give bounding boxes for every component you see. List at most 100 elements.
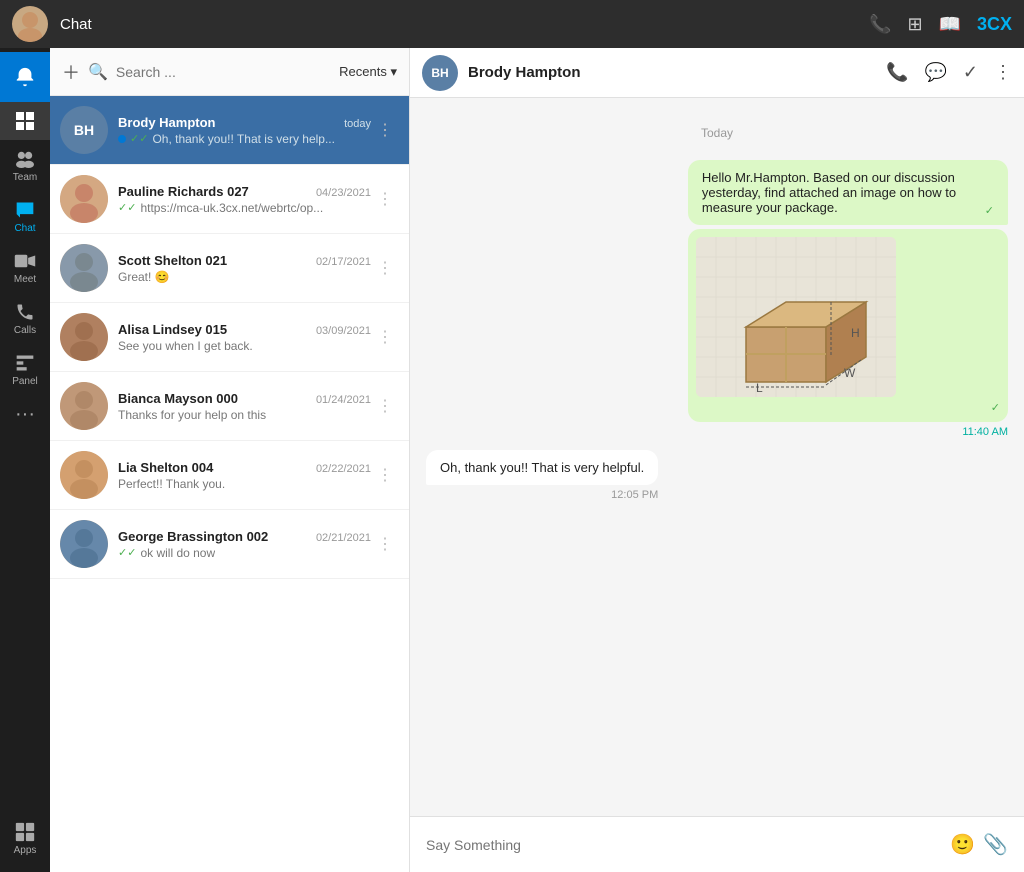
chat-item-content: Alisa Lindsey 015 03/09/2021 See you whe… [118, 322, 371, 353]
book-icon[interactable]: 📖 [939, 14, 961, 35]
message-time: 12:05 PM [426, 489, 658, 501]
chat-more-button[interactable]: ⋮ [371, 189, 399, 209]
list-item[interactable]: Scott Shelton 021 02/17/2021 Great! 😊 ⋮ [50, 234, 409, 303]
sidebar-item-team[interactable]: Team [0, 140, 50, 191]
message-bubble: Hello Mr.Hampton. Based on our discussio… [688, 160, 1008, 225]
apps-label: Apps [14, 845, 37, 856]
team-label: Team [13, 172, 37, 183]
search-bar: ＋ 🔍 Recents ▾ [50, 48, 409, 96]
chat-area: BH Brody Hampton 📞 💬 ✓ ⋮ Today Hello Mr.… [410, 48, 1024, 872]
panel-icon [14, 352, 36, 374]
avatar [60, 244, 108, 292]
apps-icon [14, 821, 36, 843]
call-button[interactable]: 📞 [886, 62, 908, 83]
chat-preview: See you when I get back. [118, 339, 253, 353]
messages-area: Today Hello Mr.Hampton. Based on our dis… [410, 98, 1024, 816]
chat-header: BH Brody Hampton 📞 💬 ✓ ⋮ [410, 48, 1024, 98]
chat-time: 02/21/2021 [316, 532, 371, 544]
message-text: Hello Mr.Hampton. Based on our discussio… [702, 170, 956, 215]
more-options-button[interactable]: ⋮ [994, 62, 1012, 83]
sidebar-item-windows[interactable] [0, 102, 50, 140]
list-item[interactable]: Lia Shelton 004 02/22/2021 Perfect!! Tha… [50, 441, 409, 510]
chat-more-button[interactable]: ⋮ [371, 534, 399, 554]
chat-time: 01/24/2021 [316, 394, 371, 406]
chat-time: today [344, 118, 371, 130]
image-attachment[interactable]: H L W ✓ [688, 229, 1008, 422]
app-title: Chat [60, 16, 869, 33]
avatar [60, 175, 108, 223]
contact-name: Pauline Richards 027 [118, 184, 249, 199]
panel-label: Panel [12, 376, 38, 387]
chat-preview: Oh, thank you!! That is very help... [152, 132, 335, 146]
windows-icon [14, 110, 36, 132]
video-button[interactable]: 💬 [924, 62, 946, 83]
top-bar-icons: 📞 ⊞ 📖 3CX [869, 14, 1012, 35]
list-item[interactable]: Pauline Richards 027 04/23/2021 ✓✓ https… [50, 165, 409, 234]
more-icon: ··· [14, 403, 36, 425]
chat-more-button[interactable]: ⋮ [371, 120, 399, 140]
chat-item-content: Brody Hampton today ✓✓ Oh, thank you!! T… [118, 115, 371, 146]
sidebar-item-chat[interactable]: Chat [0, 191, 50, 242]
read-receipt: ✓✓ [118, 546, 136, 559]
chat-more-button[interactable]: ⋮ [371, 327, 399, 347]
user-avatar[interactable] [12, 6, 48, 42]
chat-preview: Great! 😊 [118, 270, 170, 284]
message-time: ✓ [696, 401, 1000, 414]
chat-input-bar: 🙂 📎 [410, 816, 1024, 872]
message-sent: Hello Mr.Hampton. Based on our discussio… [688, 160, 1008, 438]
chat-preview: Thanks for your help on this [118, 408, 266, 422]
sidebar-item-more[interactable]: ··· [0, 395, 50, 433]
chat-more-button[interactable]: ⋮ [371, 396, 399, 416]
read-receipt: ✓✓ [130, 132, 148, 145]
sidebar-item-meet[interactable]: Meet [0, 242, 50, 293]
list-item[interactable]: Bianca Mayson 000 01/24/2021 Thanks for … [50, 372, 409, 441]
check-button[interactable]: ✓ [963, 62, 978, 83]
meet-label: Meet [14, 274, 36, 285]
read-receipt: ✓✓ [118, 201, 136, 214]
message-input[interactable] [426, 837, 942, 853]
new-chat-button[interactable]: ＋ [62, 59, 80, 85]
list-item[interactable]: George Brassington 002 02/21/2021 ✓✓ ok … [50, 510, 409, 579]
meet-icon [14, 250, 36, 272]
contact-name: Bianca Mayson 000 [118, 391, 238, 406]
chat-icon [14, 199, 36, 221]
package-image: H L W [696, 237, 896, 397]
phone-icon[interactable]: 📞 [869, 14, 891, 35]
contact-name: Scott Shelton 021 [118, 253, 227, 268]
list-item[interactable]: Alisa Lindsey 015 03/09/2021 See you whe… [50, 303, 409, 372]
chat-time: 02/22/2021 [316, 463, 371, 475]
left-panel: ＋ 🔍 Recents ▾ BH Brody Hampton today ✓✓ … [50, 48, 410, 872]
chat-more-button[interactable]: ⋮ [371, 465, 399, 485]
time-label: 12:05 PM [611, 489, 658, 501]
contact-name: Alisa Lindsey 015 [118, 322, 227, 337]
emoji-button[interactable]: 🙂 [950, 832, 975, 857]
notifications-bell[interactable] [0, 52, 50, 102]
chat-header-actions: 📞 💬 ✓ ⋮ [886, 62, 1012, 83]
time-label: 11:40 AM [962, 426, 1008, 438]
list-item[interactable]: BH Brody Hampton today ✓✓ Oh, thank you!… [50, 96, 409, 165]
tick: ✓ [991, 402, 1000, 414]
chat-item-content: Lia Shelton 004 02/22/2021 Perfect!! Tha… [118, 460, 371, 491]
search-icon: 🔍 [88, 62, 108, 82]
main-layout: Team Chat Meet [0, 48, 1024, 872]
sidebar-item-apps[interactable]: Apps [0, 813, 50, 864]
contact-name: Lia Shelton 004 [118, 460, 213, 475]
chat-nav-label: Chat [14, 223, 35, 234]
message-bubble: Oh, thank you!! That is very helpful. [426, 450, 658, 485]
chat-time: 03/09/2021 [316, 325, 371, 337]
left-nav: Team Chat Meet [0, 48, 50, 872]
svg-text:H: H [851, 326, 860, 340]
recents-dropdown[interactable]: Recents ▾ [339, 64, 397, 80]
chat-more-button[interactable]: ⋮ [371, 258, 399, 278]
message-received: Oh, thank you!! That is very helpful. 12… [426, 450, 658, 501]
brand-label: 3CX [977, 14, 1012, 35]
active-chat-name: Brody Hampton [468, 64, 876, 81]
sidebar-item-calls[interactable]: Calls [0, 293, 50, 344]
search-input[interactable] [116, 64, 331, 80]
chat-item-content: Pauline Richards 027 04/23/2021 ✓✓ https… [118, 184, 371, 215]
sidebar-item-panel[interactable]: Panel [0, 344, 50, 395]
calls-label: Calls [14, 325, 36, 336]
svg-text:W: W [844, 366, 856, 380]
qr-icon[interactable]: ⊞ [907, 14, 922, 35]
attachment-button[interactable]: 📎 [983, 832, 1008, 857]
